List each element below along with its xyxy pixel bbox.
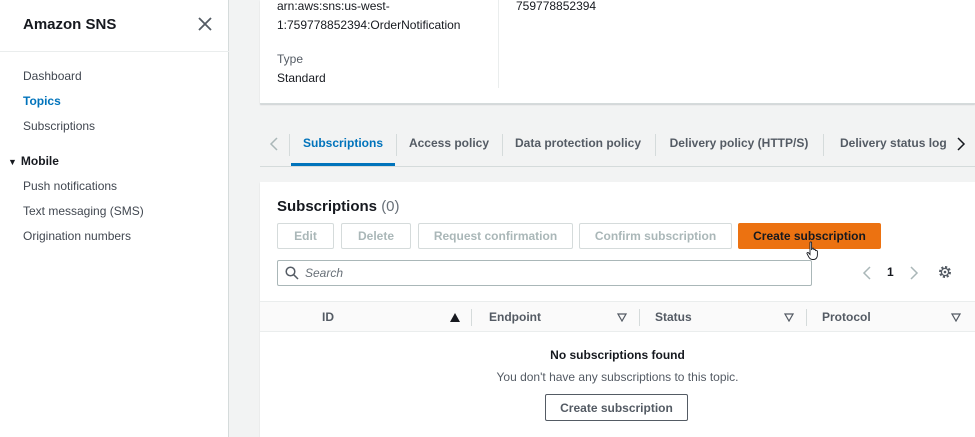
arn-line-2: 1:759778852394:OrderNotification: [277, 18, 461, 32]
chevron-left-icon[interactable]: [861, 266, 875, 280]
tab-subscriptions[interactable]: Subscriptions: [291, 128, 395, 166]
topic-details-card: arn:aws:sns:us-west- 1:759778852394:Orde…: [260, 0, 975, 104]
tab-data-protection-policy[interactable]: Data protection policy: [503, 128, 653, 166]
column-separator: [806, 309, 807, 326]
column-header-status[interactable]: Status: [655, 302, 692, 333]
sort-icon[interactable]: [617, 313, 627, 322]
tabs-underline: [260, 166, 975, 167]
sidebar-section-mobile[interactable]: ▼ Mobile: [8, 154, 59, 168]
table-header: ID Endpoint Status Protocol: [260, 301, 975, 332]
sidebar: Amazon SNS Dashboard Topics Subscription…: [0, 0, 229, 437]
sidebar-section-label: Mobile: [20, 154, 59, 168]
chevron-left-icon[interactable]: [267, 136, 283, 152]
sort-ascending-icon[interactable]: [450, 313, 460, 322]
sidebar-item-push-notifications[interactable]: Push notifications: [23, 179, 117, 193]
tab-separator: [823, 134, 824, 156]
gear-icon[interactable]: [937, 264, 953, 280]
panel-title-text: Subscriptions: [277, 198, 378, 215]
page-number[interactable]: 1: [887, 265, 894, 279]
sort-icon[interactable]: [784, 313, 794, 322]
sidebar-item-text-messaging[interactable]: Text messaging (SMS): [23, 204, 144, 218]
account-id-value: 759778852394: [516, 0, 597, 13]
subscriptions-panel: Subscriptions (0) Edit Delete Request co…: [260, 182, 975, 437]
search-input[interactable]: [305, 261, 805, 285]
tab-bar: Subscriptions Access policy Data protect…: [260, 128, 975, 166]
type-label: Type: [277, 52, 304, 66]
sidebar-item-topics[interactable]: Topics: [23, 94, 61, 108]
type-value: Standard: [277, 71, 326, 85]
details-divider: [498, 0, 499, 88]
empty-state-description: You don't have any subscriptions to this…: [496, 370, 739, 384]
column-header-endpoint[interactable]: Endpoint: [489, 302, 541, 333]
sidebar-item-origination-numbers[interactable]: Origination numbers: [23, 229, 131, 243]
tab-separator: [289, 134, 290, 156]
tab-delivery-policy[interactable]: Delivery policy (HTTP/S): [656, 128, 822, 166]
request-confirmation-button[interactable]: Request confirmation: [418, 223, 573, 249]
sidebar-header: Amazon SNS: [23, 16, 215, 36]
panel-title: Subscriptions (0): [277, 198, 400, 215]
arn-line-1: arn:aws:sns:us-west-: [277, 0, 390, 13]
empty-create-subscription-button[interactable]: Create subscription: [545, 394, 688, 421]
chevron-right-icon[interactable]: [952, 136, 968, 152]
sidebar-divider: [0, 51, 229, 52]
column-header-id[interactable]: ID: [322, 302, 334, 333]
delete-button[interactable]: Delete: [341, 223, 411, 249]
confirm-subscription-button[interactable]: Confirm subscription: [579, 223, 732, 249]
tab-access-policy[interactable]: Access policy: [397, 128, 501, 166]
tab-delivery-status-logging[interactable]: Delivery status loggi: [827, 128, 947, 166]
search-field[interactable]: [277, 260, 812, 286]
empty-state-title: No subscriptions found: [550, 348, 685, 362]
caret-down-icon: ▼: [8, 157, 17, 167]
edit-button[interactable]: Edit: [277, 223, 334, 249]
close-icon[interactable]: [195, 14, 215, 34]
search-icon: [285, 266, 299, 280]
column-header-protocol[interactable]: Protocol: [822, 302, 871, 333]
create-subscription-button[interactable]: Create subscription: [738, 223, 881, 249]
chevron-right-icon[interactable]: [906, 266, 920, 280]
column-separator: [471, 309, 472, 326]
sidebar-item-dashboard[interactable]: Dashboard: [23, 69, 82, 83]
arn-value: arn:aws:sns:us-west- 1:759778852394:Orde…: [277, 0, 460, 35]
sidebar-title: Amazon SNS: [23, 16, 117, 33]
sidebar-item-subscriptions[interactable]: Subscriptions: [23, 119, 95, 133]
subscriptions-count: (0): [381, 198, 400, 215]
sort-icon[interactable]: [951, 313, 961, 322]
column-separator: [639, 309, 640, 326]
